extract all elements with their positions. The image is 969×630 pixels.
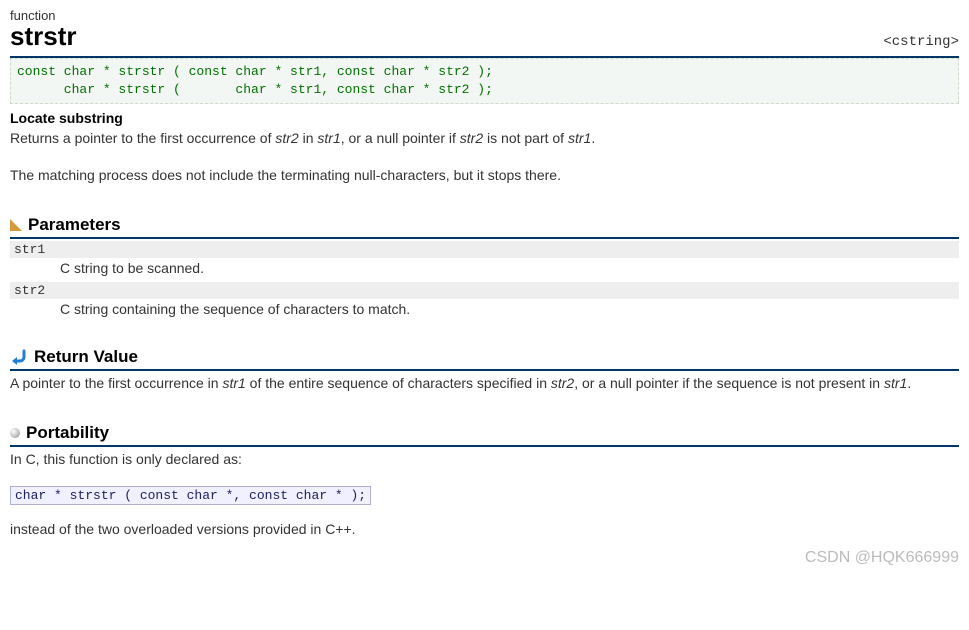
description-1: Returns a pointer to the first occurrenc… xyxy=(10,128,959,148)
return-desc: A pointer to the first occurrence in str… xyxy=(10,373,959,393)
section-title: Return Value xyxy=(34,347,138,367)
text: , or a null pointer if the sequence is n… xyxy=(574,375,884,391)
section-portability-heading: Portability xyxy=(10,423,959,447)
section-title: Portability xyxy=(26,423,109,443)
param-ref: str2 xyxy=(460,130,483,146)
param-ref: str2 xyxy=(275,130,298,146)
param-name: str1 xyxy=(10,241,959,258)
portability-intro: In C, this function is only declared as: xyxy=(10,449,959,469)
param-desc: C string containing the sequence of char… xyxy=(60,301,959,317)
param-ref: str2 xyxy=(551,375,574,391)
param-ref: str1 xyxy=(317,130,340,146)
param-name: str2 xyxy=(10,282,959,299)
header-include: <cstring> xyxy=(883,34,959,50)
prototype-block: const char * strstr ( const char * str1,… xyxy=(10,58,959,104)
header-row: strstr <cstring> xyxy=(10,21,959,52)
text: is not part of xyxy=(483,130,568,146)
brief-desc: Locate substring xyxy=(10,110,959,126)
page-title: strstr xyxy=(10,21,76,52)
parameters-list: str1 C string to be scanned. str2 C stri… xyxy=(10,241,959,317)
text: A pointer to the first occurrence in xyxy=(10,375,222,391)
param-desc: C string to be scanned. xyxy=(60,260,959,276)
text: . xyxy=(591,130,595,146)
param-ref: str1 xyxy=(884,375,907,391)
section-parameters-heading: Parameters xyxy=(10,215,959,239)
text: . xyxy=(907,375,911,391)
description-2: The matching process does not include th… xyxy=(10,165,959,185)
param-ref: str1 xyxy=(222,375,245,391)
portability-code: char * strstr ( const char *, const char… xyxy=(10,486,371,505)
dot-icon xyxy=(10,428,20,438)
param-ref: str1 xyxy=(568,130,591,146)
text: , or a null pointer if xyxy=(341,130,460,146)
triangle-icon xyxy=(10,219,22,231)
section-return-heading: Return Value xyxy=(10,347,959,371)
return-arrow-icon xyxy=(10,349,28,365)
text: Returns a pointer to the first occurrenc… xyxy=(10,130,275,146)
text: in xyxy=(299,130,318,146)
portability-outro: instead of the two overloaded versions p… xyxy=(10,519,959,539)
watermark: CSDN @HQK666999 xyxy=(805,549,959,567)
text: of the entire sequence of characters spe… xyxy=(246,375,551,391)
section-title: Parameters xyxy=(28,215,121,235)
